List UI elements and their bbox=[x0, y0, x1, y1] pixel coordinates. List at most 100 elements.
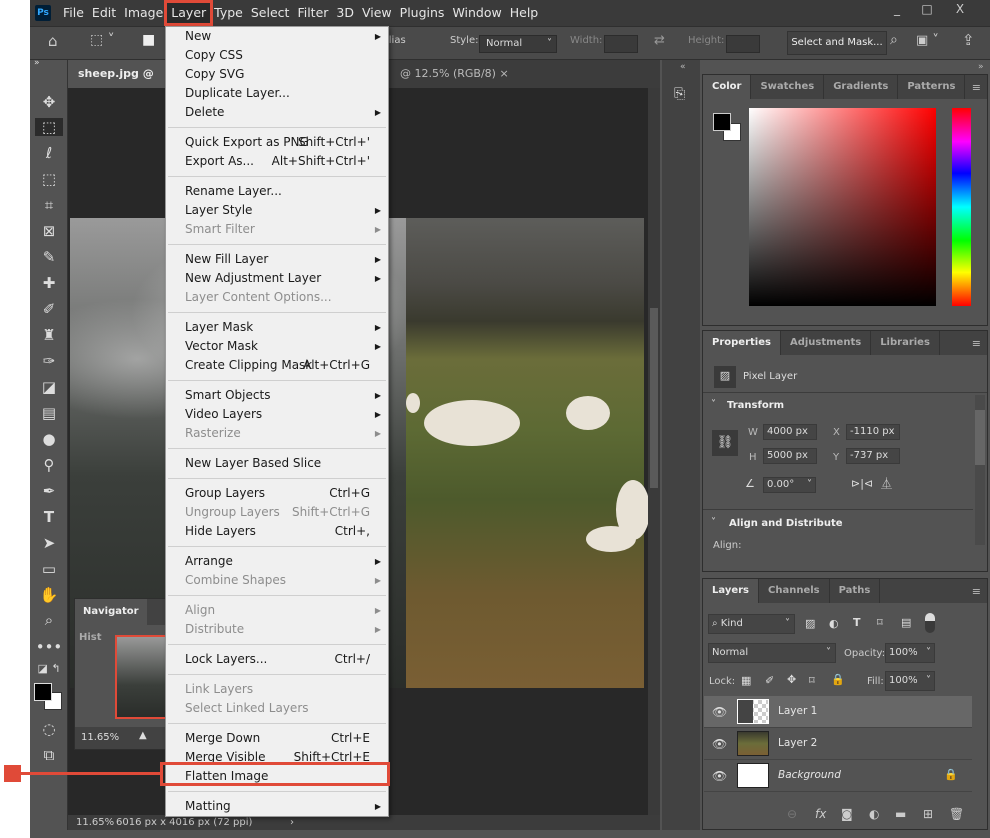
hand-tool-icon[interactable]: ✋ bbox=[30, 586, 68, 604]
menu-item-video-layers[interactable]: Video Layers ▶ bbox=[166, 405, 388, 424]
menu-item-quick-export-as-png[interactable]: Quick Export as PNG Shift+Ctrl+' bbox=[166, 133, 388, 152]
screen-mode-icon[interactable]: ⧉ bbox=[30, 746, 68, 764]
menu-item-duplicate-layer[interactable]: Duplicate Layer... bbox=[166, 84, 388, 103]
home-icon[interactable]: ⌂ bbox=[48, 32, 58, 50]
adjustment-layer-icon[interactable]: ◐ bbox=[869, 807, 879, 821]
tab-channels[interactable]: Channels bbox=[759, 579, 830, 603]
tab-gradients[interactable]: Gradients bbox=[824, 75, 899, 99]
link-layers-icon[interactable]: ⊖ bbox=[787, 807, 797, 821]
tab-patterns[interactable]: Patterns bbox=[898, 75, 966, 99]
new-selection-icon[interactable]: ■ bbox=[142, 32, 155, 48]
status-zoom[interactable]: 11.65% bbox=[76, 815, 114, 830]
lasso-tool-icon[interactable]: ℓ bbox=[30, 144, 68, 162]
menu-item-smart-objects[interactable]: Smart Objects ▶ bbox=[166, 386, 388, 405]
menu-view[interactable]: View bbox=[358, 3, 396, 23]
tab-paths[interactable]: Paths bbox=[830, 579, 881, 603]
menu-item-arrange[interactable]: Arrange ▶ bbox=[166, 552, 388, 571]
navigator-zoom[interactable]: 11.65% bbox=[75, 727, 175, 749]
tab-sheep[interactable]: sheep.jpg @ 11.6 bbox=[68, 60, 168, 108]
tab-navigator[interactable]: Navigator bbox=[75, 599, 147, 625]
height-field[interactable]: 5000 px bbox=[763, 448, 817, 464]
expand-panels-icon[interactable]: « bbox=[680, 62, 686, 72]
y-field[interactable]: -737 px bbox=[846, 448, 900, 464]
foreground-color-swatch[interactable] bbox=[34, 683, 52, 701]
color-field[interactable] bbox=[749, 108, 936, 306]
swap-icon[interactable]: ⇄ bbox=[654, 33, 665, 48]
lock-all-icon[interactable]: 🔒 bbox=[831, 673, 845, 686]
menu-item-new-fill-layer[interactable]: New Fill Layer ▶ bbox=[166, 250, 388, 269]
menu-3d[interactable]: 3D bbox=[332, 3, 358, 23]
menu-layer[interactable]: Layer bbox=[164, 0, 214, 26]
menu-item-layer-mask[interactable]: Layer Mask ▶ bbox=[166, 318, 388, 337]
share-icon[interactable]: ⇪ bbox=[962, 31, 975, 49]
menu-item-delete[interactable]: Delete ▶ bbox=[166, 103, 388, 122]
menu-select[interactable]: Select bbox=[247, 3, 294, 23]
marquee-preset-icon[interactable]: ⬚ ˅ bbox=[90, 32, 115, 48]
panel-menu-icon[interactable]: ≡ bbox=[972, 337, 981, 350]
layer-row[interactable]: 👁 Background 🔒 bbox=[704, 760, 972, 792]
menu-item-new-layer-based-slice[interactable]: New Layer Based Slice bbox=[166, 454, 388, 473]
properties-scrollbar[interactable] bbox=[975, 395, 985, 545]
canvas-scrollbar[interactable] bbox=[648, 88, 660, 815]
brush-tool-icon[interactable]: ✐ bbox=[30, 300, 68, 318]
select-and-mask-button[interactable]: Select and Mask... bbox=[787, 31, 887, 55]
opacity-field[interactable]: 100% ˅ bbox=[885, 643, 935, 663]
transform-chevron-icon[interactable]: ˅ bbox=[711, 399, 716, 410]
hue-slider[interactable] bbox=[952, 108, 971, 306]
zoom-tool-icon[interactable]: ⌕ bbox=[30, 611, 68, 629]
rectangle-tool-icon[interactable]: ▭ bbox=[30, 560, 68, 578]
move-tool-icon[interactable]: ✥ bbox=[30, 93, 68, 111]
maximize-button[interactable]: □ bbox=[912, 0, 942, 18]
workspace-icon[interactable]: ▣ ˅ bbox=[916, 33, 939, 48]
x-field[interactable]: -1110 px bbox=[846, 424, 900, 440]
tab-layers[interactable]: Layers bbox=[703, 579, 759, 603]
lock-artboard-icon[interactable]: ⌑ bbox=[809, 674, 815, 687]
tab-libraries[interactable]: Libraries bbox=[871, 331, 940, 355]
filter-toggle[interactable] bbox=[925, 613, 935, 633]
gradient-tool-icon[interactable]: ▤ bbox=[30, 404, 68, 422]
crop-tool-icon[interactable]: ⌗ bbox=[30, 196, 68, 214]
history-panel-icon[interactable]: ⎘ bbox=[674, 86, 685, 102]
tab-second-doc[interactable]: @ 12.5% (RGB/8) × bbox=[390, 60, 519, 88]
menu-item-create-clipping-mask[interactable]: Create Clipping Mask Alt+Ctrl+G bbox=[166, 356, 388, 375]
lock-pixels-icon[interactable]: ✐ bbox=[765, 674, 774, 687]
clone-stamp-icon[interactable]: ♜ bbox=[30, 326, 68, 344]
menu-item-new[interactable]: New ▶ bbox=[166, 27, 388, 46]
collapse-icon[interactable]: » bbox=[34, 58, 72, 68]
tab-color[interactable]: Color bbox=[703, 75, 752, 99]
height-input[interactable] bbox=[726, 35, 760, 53]
menu-item-vector-mask[interactable]: Vector Mask ▶ bbox=[166, 337, 388, 356]
tab-adjustments[interactable]: Adjustments bbox=[781, 331, 872, 355]
menu-help[interactable]: Help bbox=[506, 3, 543, 23]
menu-window[interactable]: Window bbox=[448, 3, 505, 23]
healing-brush-icon[interactable]: ✚ bbox=[30, 274, 68, 292]
tab-properties[interactable]: Properties bbox=[703, 331, 781, 355]
zoom-out-icon[interactable]: ▲ bbox=[139, 730, 147, 741]
tab-swatches[interactable]: Swatches bbox=[751, 75, 825, 99]
menu-item-merge-down[interactable]: Merge Down Ctrl+E bbox=[166, 729, 388, 748]
link-proportions-icon[interactable]: ⛓ bbox=[712, 430, 738, 456]
blend-mode-select[interactable]: Normal ˅ bbox=[708, 643, 836, 663]
delete-layer-icon[interactable]: 🗑 bbox=[949, 807, 964, 821]
style-select[interactable]: Normal ˅ bbox=[479, 35, 557, 53]
visibility-eye-icon[interactable]: 👁 bbox=[712, 705, 727, 719]
flip-horizontal-icon[interactable]: ⊳|⊲ bbox=[851, 477, 873, 490]
width-input[interactable] bbox=[604, 35, 638, 53]
minimize-button[interactable]: _ bbox=[882, 0, 912, 18]
panel-menu-icon[interactable]: ≡ bbox=[972, 81, 981, 94]
align-chevron-icon[interactable]: ˅ bbox=[711, 517, 716, 528]
flip-vertical-icon[interactable]: ⏅ bbox=[881, 475, 892, 491]
lock-transparent-icon[interactable]: ▦ bbox=[741, 674, 751, 687]
quick-mask-icon[interactable]: ◌ bbox=[30, 720, 68, 738]
visibility-eye-icon[interactable]: 👁 bbox=[712, 769, 727, 783]
layer-name[interactable]: Layer 2 bbox=[778, 737, 817, 749]
menu-edit[interactable]: Edit bbox=[88, 3, 120, 23]
layer-filter-select[interactable]: ⌕ Kind ˅ bbox=[708, 614, 795, 634]
menu-type[interactable]: Type bbox=[210, 3, 247, 23]
menu-item-copy-svg[interactable]: Copy SVG bbox=[166, 65, 388, 84]
collapse-panels-icon[interactable]: » bbox=[978, 62, 984, 72]
layer-row[interactable]: 👁 Layer 2 bbox=[704, 728, 972, 760]
eraser-tool-icon[interactable]: ◪ bbox=[30, 378, 68, 396]
menu-item-matting[interactable]: Matting ▶ bbox=[166, 797, 388, 816]
layer-name[interactable]: Layer 1 bbox=[778, 705, 817, 717]
